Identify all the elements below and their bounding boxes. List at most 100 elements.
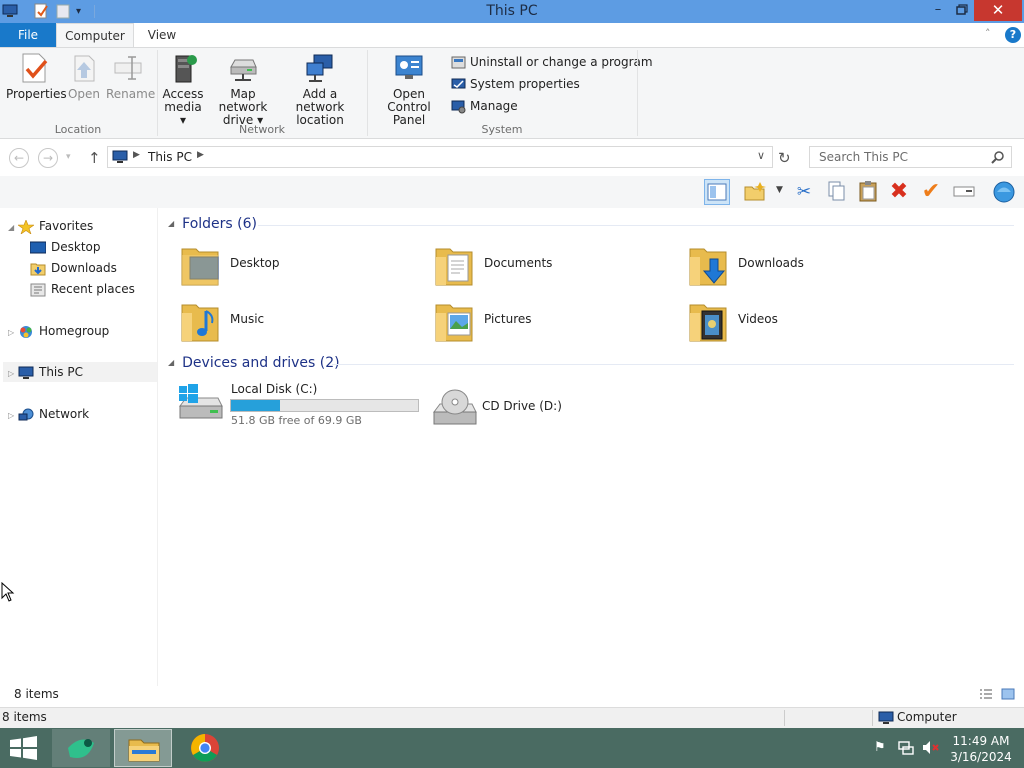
clock-time: 11:49 AM: [952, 734, 1010, 748]
divider: [872, 710, 873, 726]
action-center-flag-icon[interactable]: ⚑: [874, 740, 886, 755]
paste-icon[interactable]: [855, 179, 881, 205]
nav-network[interactable]: ▷ Network: [8, 404, 89, 424]
network-drive-icon: [227, 52, 259, 84]
nav-homegroup[interactable]: ▷ Homegroup: [8, 321, 109, 341]
preview-pane-icon[interactable]: [704, 179, 730, 205]
chrome-icon[interactable]: [176, 729, 234, 767]
access-media-button[interactable]: Access media ▾: [160, 52, 206, 127]
properties-icon: [18, 52, 50, 84]
network-location-icon: [304, 52, 336, 84]
expand-arrow-icon[interactable]: ▷: [8, 364, 18, 384]
recent-places-icon: [30, 283, 46, 297]
nav-favorites[interactable]: ◢ Favorites: [8, 216, 93, 236]
open-icon: [68, 52, 100, 84]
file-explorer-taskbar-button[interactable]: [114, 729, 172, 767]
status-bar: 8 items: [0, 686, 1024, 706]
add-network-location-button[interactable]: Add a network location: [281, 52, 359, 127]
recent-locations-icon[interactable]: ▾: [66, 152, 71, 162]
drive-free-space-c: 51.8 GB free of 69.9 GB: [231, 414, 362, 427]
nav-downloads[interactable]: Downloads: [30, 258, 117, 278]
expand-arrow-icon[interactable]: ◢: [8, 218, 18, 238]
collapse-caret-icon[interactable]: ◢: [168, 358, 174, 367]
rename-icon[interactable]: [951, 179, 977, 205]
address-dropdown-icon[interactable]: ∨: [757, 149, 765, 162]
drive-local-disk-c[interactable]: Local Disk (C:) 51.8 GB free of 69.9 GB: [176, 378, 426, 430]
search-input[interactable]: Search This PC: [809, 146, 1012, 168]
network-tray-icon[interactable]: [898, 740, 914, 759]
drive-name-c: Local Disk (C:): [231, 382, 318, 396]
expand-arrow-icon[interactable]: ▷: [8, 323, 18, 343]
manage-button[interactable]: Manage: [451, 97, 518, 117]
location-group-label: Location: [54, 123, 102, 136]
breadcrumb-chevron-icon[interactable]: ▶: [197, 150, 204, 160]
minimize-ribbon-icon[interactable]: ˄: [985, 27, 991, 40]
taskbar: ⚑ 11:49 AM 3/16/2024: [0, 728, 1024, 768]
restore-button[interactable]: [947, 0, 975, 21]
start-button[interactable]: [0, 729, 48, 767]
tab-file[interactable]: File: [0, 23, 56, 47]
divider: [784, 710, 785, 726]
volume-muted-icon[interactable]: [922, 740, 940, 759]
network-group-label: Network: [239, 123, 285, 136]
taskbar-app-icon[interactable]: [52, 729, 110, 767]
properties-button[interactable]: Properties: [6, 52, 67, 101]
folder-pictures[interactable]: Pictures: [432, 295, 672, 347]
delete-icon[interactable]: ✖: [886, 179, 912, 205]
forward-button[interactable]: →: [38, 148, 58, 168]
drive-cd-drive-d[interactable]: CD Drive (D:): [430, 384, 670, 436]
homegroup-icon: [18, 325, 34, 339]
refresh-icon[interactable]: ↻: [778, 149, 791, 167]
desktop-folder-icon: [178, 241, 226, 289]
new-folder-icon[interactable]: [742, 179, 768, 205]
pictures-folder-icon: [432, 297, 480, 345]
large-icons-view-icon[interactable]: [1000, 687, 1016, 704]
folder-documents[interactable]: Documents: [432, 239, 672, 291]
breadcrumb-this-pc[interactable]: This PC: [148, 150, 192, 164]
system-properties-button[interactable]: System properties: [451, 75, 580, 95]
folder-videos[interactable]: Videos: [686, 295, 926, 347]
drives-group-header[interactable]: ◢ Devices and drives (2): [168, 355, 340, 371]
cut-icon[interactable]: ✂: [791, 179, 817, 205]
options-icon[interactable]: [991, 179, 1017, 205]
folder-music[interactable]: Music: [178, 295, 418, 347]
details-view-icon[interactable]: [978, 687, 994, 704]
folder-downloads[interactable]: Downloads: [686, 239, 926, 291]
nav-desktop[interactable]: Desktop: [29, 237, 101, 257]
close-button[interactable]: ✕: [974, 0, 1022, 21]
properties-icon[interactable]: ✔: [918, 179, 944, 205]
nav-recent-places[interactable]: Recent places: [30, 279, 135, 299]
folders-group-header[interactable]: ◢ Folders (6): [168, 216, 257, 232]
rename-button[interactable]: Rename: [106, 52, 155, 101]
nav-this-pc[interactable]: ▷ This PC: [3, 362, 157, 382]
ribbon-separator: [367, 50, 368, 136]
rename-icon: [112, 52, 144, 84]
collapse-caret-icon[interactable]: ◢: [168, 219, 174, 228]
search-icon[interactable]: [991, 150, 1005, 170]
open-button[interactable]: Open: [66, 52, 102, 101]
map-network-drive-button[interactable]: Map network drive ▾: [207, 52, 279, 127]
help-icon[interactable]: ?: [1005, 27, 1021, 43]
drive-usage-bar: [230, 399, 419, 412]
uninstall-program-button[interactable]: Uninstall or change a program: [451, 53, 653, 73]
up-arrow-icon[interactable]: ↑: [88, 149, 101, 167]
tab-view[interactable]: View: [134, 23, 190, 47]
computer-icon: [18, 366, 34, 380]
clock-date: 3/16/2024: [950, 750, 1012, 764]
videos-folder-icon: [686, 297, 734, 345]
open-control-panel-button[interactable]: Open Control Panel: [371, 52, 447, 127]
system-group-label: System: [481, 123, 523, 136]
expand-arrow-icon[interactable]: ▷: [8, 406, 18, 426]
star-icon: [17, 218, 35, 235]
folder-desktop[interactable]: Desktop: [178, 239, 418, 291]
taskbar-clock[interactable]: 11:49 AM 3/16/2024: [946, 733, 1016, 765]
content-view: ◢ Folders (6) Desktop Documents Downloads…: [162, 208, 1024, 686]
copy-icon[interactable]: [823, 179, 849, 205]
new-folder-dropdown-icon[interactable]: ▼: [776, 185, 783, 195]
back-button[interactable]: ←: [9, 148, 29, 168]
address-bar[interactable]: ▶ This PC ▶ ∨: [107, 146, 773, 168]
breadcrumb-chevron-icon[interactable]: ▶: [133, 150, 140, 160]
ribbon-separator: [157, 50, 158, 136]
network-icon: [18, 408, 34, 422]
tab-computer[interactable]: Computer: [56, 23, 134, 47]
